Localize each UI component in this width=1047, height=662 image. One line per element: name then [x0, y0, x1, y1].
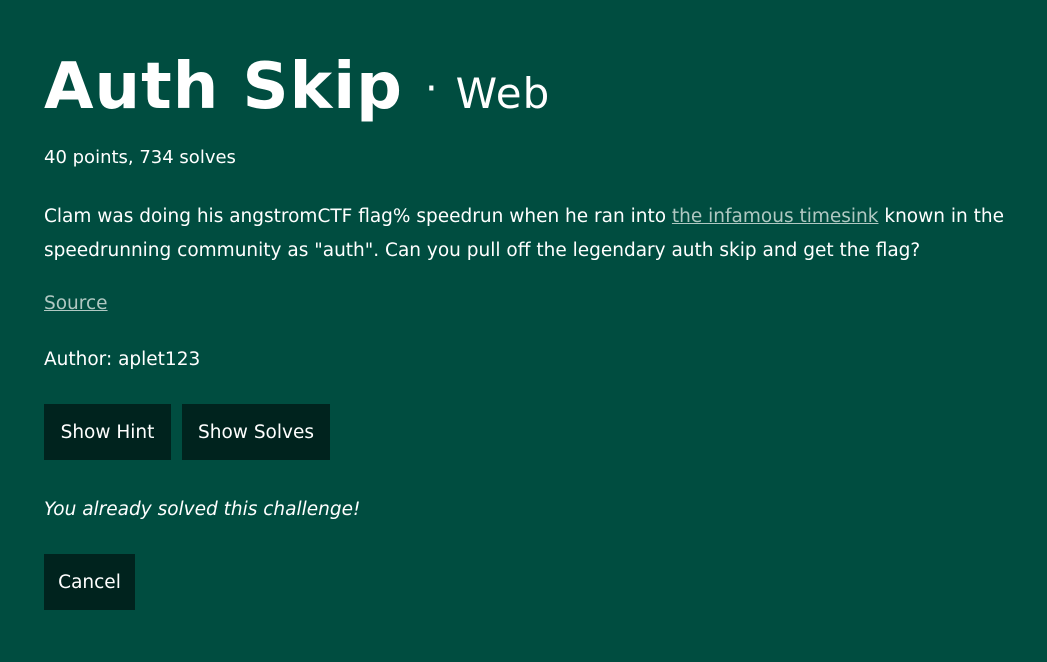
title-separator: · [424, 66, 438, 112]
points-solves: 40 points, 734 solves [44, 147, 236, 168]
source-row: Source [44, 291, 108, 317]
source-link[interactable]: Source [44, 293, 108, 314]
show-solves-button[interactable]: Show Solves [182, 404, 330, 460]
solved-message: You already solved this challenge! [44, 499, 361, 520]
show-hint-button[interactable]: Show Hint [44, 404, 171, 460]
timesink-link[interactable]: the infamous timesink [672, 206, 879, 227]
title-row: Auth Skip · Web [44, 48, 550, 126]
description-text-start: Clam was doing his angstromCTF flag% spe… [44, 206, 672, 227]
challenge-title: Auth Skip [44, 50, 403, 124]
challenge-category: Web [455, 69, 551, 118]
challenge-description: Clam was doing his angstromCTF flag% spe… [44, 200, 1004, 268]
author-line: Author: aplet123 [44, 349, 201, 370]
challenge-panel: Auth Skip · Web 40 points, 734 solves Cl… [0, 0, 1047, 662]
cancel-button[interactable]: Cancel [44, 554, 135, 610]
